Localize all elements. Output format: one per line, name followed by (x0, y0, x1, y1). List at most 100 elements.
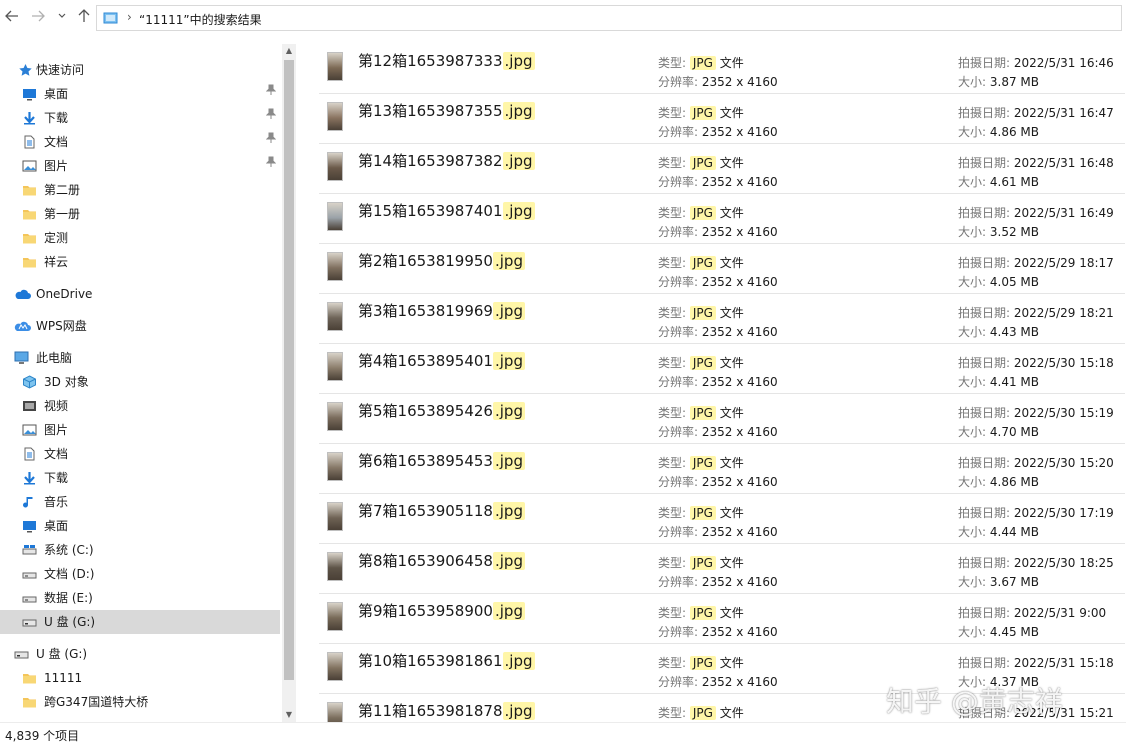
nav-label: 祥云 (44, 255, 69, 269)
nav-usb-root[interactable]: U 盘 (G:) (0, 642, 280, 666)
file-name-base: 第9箱1653958900 (358, 602, 493, 620)
type-tag: JPG (689, 356, 716, 370)
type-tag: JPG (689, 456, 716, 470)
file-name[interactable]: 第6箱1653895453 .jpg (358, 450, 525, 471)
nav-onedrive[interactable]: OneDrive (0, 282, 280, 306)
type-tag: JPG (689, 106, 716, 120)
file-row[interactable]: 第9箱1653958900 .jpg 类型: JPG 文件 分辨率: 2352 x 4… (319, 594, 1125, 644)
nav-quick-item[interactable]: 第二册 (0, 178, 280, 202)
file-extension: .jpg (502, 52, 535, 70)
nav-quick-item[interactable]: 图片 (0, 154, 280, 178)
nav-pc-item[interactable]: 文档 (D:) (0, 562, 280, 586)
resolution-label: 分辨率: (658, 325, 699, 339)
nav-quick-item[interactable]: 定测 (0, 226, 280, 250)
nav-pc-item[interactable]: 3D 对象 (0, 370, 280, 394)
status-bar: 4,839 个项目 (0, 722, 1126, 747)
file-name[interactable]: 第11箱1653981878 .jpg (358, 700, 535, 721)
file-name[interactable]: 第8箱1653906458 .jpg (358, 550, 525, 571)
file-name-base: 第14箱1653987382 (358, 152, 503, 170)
nav-quick-item[interactable]: 第一册 (0, 202, 280, 226)
nav-label: 定测 (44, 231, 69, 245)
nav-usb-item[interactable]: 11111 (0, 666, 280, 690)
nav-pc-item[interactable]: 数据 (E:) (0, 586, 280, 610)
nav-pc-item[interactable]: 视频 (0, 394, 280, 418)
nav-label: 下载 (44, 111, 69, 125)
nav-pc-item[interactable]: 音乐 (0, 490, 280, 514)
type-suffix: 文件 (715, 256, 744, 270)
wps-cloud-icon (14, 321, 32, 331)
nav-quick-item[interactable]: 下载 (0, 106, 280, 130)
file-name[interactable]: 第15箱1653987401 .jpg (358, 200, 535, 221)
file-name[interactable]: 第14箱1653987382 .jpg (358, 150, 535, 171)
file-row[interactable]: 第13箱1653987355 .jpg 类型: JPG 文件 分辨率: 2352 x … (319, 94, 1125, 144)
file-row[interactable]: 第15箱1653987401 .jpg 类型: JPG 文件 分辨率: 2352 x … (319, 194, 1125, 244)
resolution-value: 2352 x 4160 (701, 375, 778, 389)
size-label: 大小: (958, 375, 987, 389)
pictures-icon (22, 160, 37, 172)
file-name[interactable]: 第12箱1653987333 .jpg (358, 50, 535, 71)
recent-locations-button[interactable] (56, 9, 68, 27)
resolution-value: 2352 x 4160 (701, 75, 778, 89)
nav-pc-item[interactable]: 图片 (0, 418, 280, 442)
file-name[interactable]: 第4箱1653895401 .jpg (358, 350, 525, 371)
type-label: 类型: (658, 506, 687, 520)
nav-wps-drive[interactable]: WPS网盘 (0, 314, 280, 338)
item-count: 4,839 个项目 (5, 729, 80, 743)
type-tag: JPG (689, 306, 716, 320)
image-thumbnail (327, 252, 343, 281)
nav-quick-item[interactable]: 祥云 (0, 250, 280, 274)
file-row[interactable]: 第3箱1653819969 .jpg 类型: JPG 文件 分辨率: 2352 x 4… (319, 294, 1125, 344)
nav-scrollbar[interactable]: ▲ ▼ (282, 44, 296, 722)
file-row[interactable]: 第6箱1653895453 .jpg 类型: JPG 文件 分辨率: 2352 x 4… (319, 444, 1125, 494)
nav-pc-item[interactable]: U 盘 (G:) (0, 610, 280, 634)
file-name[interactable]: 第7箱1653905118 .jpg (358, 500, 525, 521)
nav-pc-item[interactable]: 桌面 (0, 514, 280, 538)
file-name-base: 第11箱1653981878 (358, 702, 503, 720)
nav-quick-item[interactable]: 文档 (0, 130, 280, 154)
size-value: 3.87 MB (989, 75, 1039, 89)
document-icon (24, 135, 35, 149)
up-button[interactable] (76, 9, 92, 27)
file-name-base: 第8箱1653906458 (358, 552, 493, 570)
breadcrumb-separator[interactable]: › (127, 10, 132, 24)
file-extension: .jpg (492, 452, 525, 470)
scrollbar-thumb[interactable] (284, 60, 294, 680)
nav-label: U 盘 (G:) (36, 647, 88, 661)
scroll-up-arrow-icon[interactable]: ▲ (282, 44, 296, 58)
file-extension: .jpg (502, 202, 535, 220)
size-label: 大小: (958, 75, 987, 89)
type-label: 类型: (658, 556, 687, 570)
file-row[interactable]: 第2箱1653819950 .jpg 类型: JPG 文件 分辨率: 2352 x 4… (319, 244, 1125, 294)
file-row[interactable]: 第5箱1653895426 .jpg 类型: JPG 文件 分辨率: 2352 x 4… (319, 394, 1125, 444)
file-name[interactable]: 第3箱1653819969 .jpg (358, 300, 525, 321)
nav-quick-item[interactable]: 桌面 (0, 82, 280, 106)
back-button[interactable] (4, 9, 20, 27)
file-row[interactable]: 第7箱1653905118 .jpg 类型: JPG 文件 分辨率: 2352 x 4… (319, 494, 1125, 544)
scroll-down-arrow-icon[interactable]: ▼ (282, 708, 296, 722)
type-tag: JPG (689, 156, 716, 170)
breadcrumb-search-results[interactable]: “11111”中的搜索结果 (139, 11, 262, 28)
nav-label: U 盘 (G:) (44, 615, 96, 629)
file-name[interactable]: 第13箱1653987355 .jpg (358, 100, 535, 121)
nav-pc-item[interactable]: 文档 (0, 442, 280, 466)
file-row[interactable]: 第8箱1653906458 .jpg 类型: JPG 文件 分辨率: 2352 x 4… (319, 544, 1125, 594)
drive-icon (22, 572, 37, 579)
address-box[interactable]: › “11111”中的搜索结果 (96, 5, 1122, 31)
file-name[interactable]: 第5箱1653895426 .jpg (358, 400, 525, 421)
type-suffix: 文件 (715, 56, 744, 70)
file-row[interactable]: 第14箱1653987382 .jpg 类型: JPG 文件 分辨率: 2352 x … (319, 144, 1125, 194)
file-name[interactable]: 第2箱1653819950 .jpg (358, 250, 525, 271)
file-type: 类型: JPG 文件 (658, 154, 744, 171)
file-row[interactable]: 第12箱1653987333 .jpg 类型: JPG 文件 分辨率: 2352 x … (319, 44, 1125, 94)
file-name[interactable]: 第10箱1653981861 .jpg (358, 650, 535, 671)
nav-usb-item[interactable]: 跨G347国道特大桥 (0, 690, 280, 714)
nav-this-pc[interactable]: 此电脑 (0, 346, 280, 370)
file-type: 类型: JPG 文件 (658, 404, 744, 421)
file-name[interactable]: 第9箱1653958900 .jpg (358, 600, 525, 621)
file-row[interactable]: 第4箱1653895401 .jpg 类型: JPG 文件 分辨率: 2352 x 4… (319, 344, 1125, 394)
nav-pc-item[interactable]: 系统 (C:) (0, 538, 280, 562)
file-size: 大小: 4.41 MB (958, 373, 1039, 390)
forward-button[interactable] (30, 9, 46, 27)
nav-quick-access[interactable]: 快速访问 (0, 58, 280, 82)
nav-pc-item[interactable]: 下载 (0, 466, 280, 490)
